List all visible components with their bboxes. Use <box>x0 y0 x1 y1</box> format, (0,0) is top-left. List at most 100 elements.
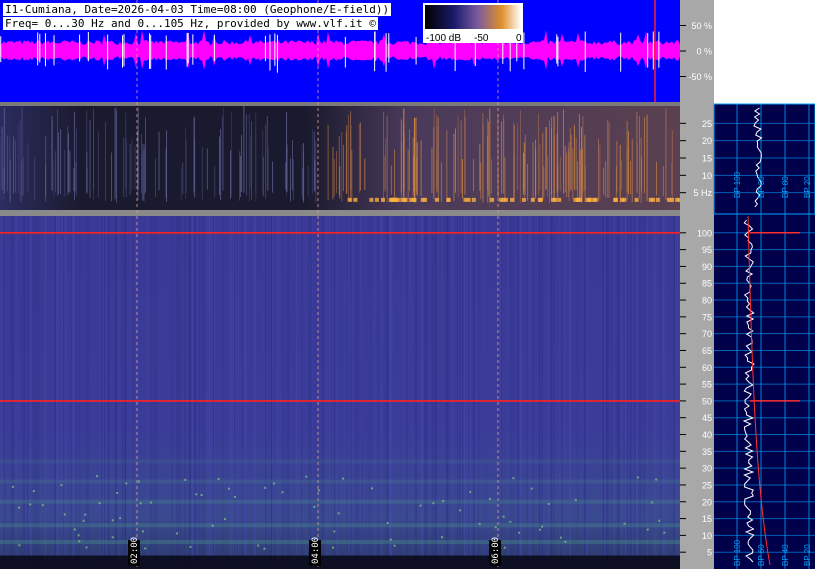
main-speck <box>337 512 340 515</box>
main-band <box>0 523 680 528</box>
colorbar-label-max: 0 <box>516 33 522 44</box>
main-speck <box>41 504 44 507</box>
main-axis-label: 30 <box>702 464 712 474</box>
low-hotspot <box>634 197 639 202</box>
main-axis-label: 40 <box>702 430 712 440</box>
low-hotspot <box>587 197 592 202</box>
main-speck <box>142 530 145 533</box>
low-hotspot <box>463 197 468 202</box>
main-speck <box>663 531 666 534</box>
main-axis-label: 55 <box>702 380 712 390</box>
main-speck <box>530 487 533 490</box>
panel-separator <box>0 102 680 106</box>
main-band <box>0 499 680 504</box>
main-speck <box>116 492 119 495</box>
main-speck <box>432 502 435 505</box>
main-speck <box>509 520 512 523</box>
low-hotspot <box>670 197 675 202</box>
waveform-axis-label: 50 % <box>691 21 712 31</box>
main-speck <box>63 513 66 516</box>
main-speck <box>227 487 230 490</box>
main-speck <box>332 546 335 549</box>
main-speck <box>233 495 236 498</box>
main-speck <box>441 536 444 539</box>
profile-low-label: BP 80 <box>781 176 790 198</box>
main-axis-label: 15 <box>702 514 712 524</box>
low-hotspot <box>557 197 562 202</box>
main-speck <box>137 480 140 483</box>
main-speck <box>305 475 308 478</box>
profile-low-label: BP 20 <box>803 176 812 198</box>
low-axis-label: 25 <box>702 119 712 129</box>
main-speck <box>195 493 198 496</box>
main-speck <box>489 497 492 500</box>
main-axis-label: 60 <box>702 363 712 373</box>
main-speck <box>333 530 336 533</box>
main-speck <box>655 478 658 481</box>
low-hotspot <box>353 197 358 202</box>
main-speck <box>370 487 373 490</box>
low-hotspot <box>591 197 596 202</box>
main-axis-label: 20 <box>702 497 712 507</box>
time-label-text: 06:00 <box>491 537 501 564</box>
main-speck <box>459 509 462 512</box>
main-speck <box>541 525 544 528</box>
low-hotspot <box>374 197 379 202</box>
low-hotspot <box>553 197 558 202</box>
main-speck <box>389 538 392 541</box>
main-speck <box>478 522 481 525</box>
main-speck <box>98 502 101 505</box>
vlf-spectrogram-display: 50 %0 %-50 % 252015105 Hz 10095908580757… <box>0 0 815 569</box>
main-speck <box>73 528 76 531</box>
main-speck <box>85 546 88 549</box>
colorbar-gradient <box>425 5 521 29</box>
main-axis-label: 45 <box>702 413 712 423</box>
main-speck <box>651 501 654 504</box>
main-speck <box>257 544 260 547</box>
low-hotspot <box>521 197 526 202</box>
main-axis-label: 95 <box>702 245 712 255</box>
main-speck <box>264 486 267 489</box>
main-speck <box>538 528 541 531</box>
main-speck <box>144 547 147 550</box>
main-speck <box>189 545 192 548</box>
main-speck <box>96 475 99 478</box>
main-speck <box>84 513 87 516</box>
low-axis-label: 10 <box>702 171 712 181</box>
time-label: 06:00 <box>489 537 501 566</box>
main-speck <box>78 540 81 543</box>
main-speck <box>211 524 214 527</box>
main-speck <box>502 515 505 518</box>
main-speck <box>119 517 122 520</box>
main-band <box>0 540 680 545</box>
profile-main-label: BP 60 <box>757 544 766 566</box>
time-label: 04:00 <box>309 537 321 566</box>
main-speck <box>518 531 521 534</box>
profile-main-label: BP 20 <box>803 544 812 566</box>
colorbar: -100 dB -50 0 <box>423 3 523 44</box>
low-hotspot <box>675 197 680 202</box>
main-speck <box>18 506 21 509</box>
main-speck <box>77 534 80 537</box>
low-hotspot <box>622 197 627 202</box>
low-axis-label: 5 Hz <box>693 188 712 198</box>
low-hotspot <box>446 197 451 202</box>
main-axis-label: 5 <box>707 548 712 558</box>
low-hotspot <box>573 197 578 202</box>
low-hotspot <box>538 197 543 202</box>
main-speck <box>11 485 14 488</box>
main-speck <box>176 532 179 535</box>
low-hotspot <box>578 197 583 202</box>
profile-low-label: BP 60 <box>757 176 766 198</box>
profile-main-label: BP 100 <box>733 539 742 566</box>
main-speck <box>111 519 114 522</box>
main-speck <box>32 490 35 493</box>
main-speck <box>200 494 203 497</box>
low-hotspot <box>423 197 428 202</box>
colorbar-label-mid: -50 <box>474 33 489 44</box>
main-axis-label: 75 <box>702 312 712 322</box>
main-speck <box>263 547 266 550</box>
title-line-frequency: Freq= 0...30 Hz and 0...105 Hz, provided… <box>3 17 378 30</box>
main-axis-label: 70 <box>702 329 712 339</box>
main-speck <box>281 491 284 494</box>
